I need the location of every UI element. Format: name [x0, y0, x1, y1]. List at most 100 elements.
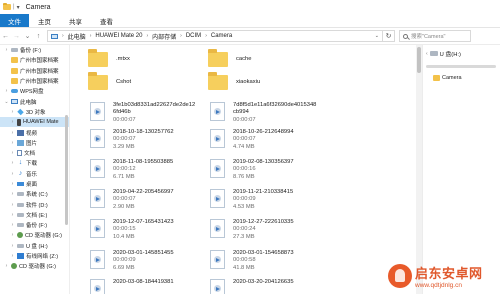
recent-locations-icon[interactable]: ⌄ [22, 32, 33, 40]
chevron-right-icon[interactable]: › [10, 191, 15, 197]
list-item[interactable]: 2020-03-01-145851455 00:00:09 6.69 MB [90, 250, 174, 272]
back-arrow-icon[interactable]: ← [0, 33, 11, 40]
sidebar-item-archive-folder[interactable]: 广州市国家档案 [0, 66, 69, 76]
chevron-left-icon[interactable]: ‹ [426, 51, 428, 57]
sidebar-item-usb-h[interactable]: › U 盘 (H:) [0, 241, 69, 251]
chevron-right-icon[interactable]: › [10, 243, 15, 249]
list-item[interactable]: 2020-03-08-184419381 [90, 279, 174, 294]
sidebar-item-drive-e[interactable]: › 文档 (E:) [0, 210, 69, 220]
sidebar-item-label: CD 驱动器 (G:) [25, 233, 62, 240]
chevron-right-icon[interactable]: › [10, 232, 15, 238]
list-item[interactable]: 2019-11-21-210338415 00:00:09 4.53 MB [210, 189, 293, 211]
list-item[interactable]: 3fe1b03d8331ad22627de2de12 6fd46b 00:00:… [90, 102, 195, 124]
list-item[interactable]: 2019-04-22-205456997 00:00:07 2.90 MB [90, 189, 174, 211]
sidebar-item-downloads[interactable]: › ↓ 下载 [0, 158, 69, 168]
sidebar-scrollbar[interactable] [65, 115, 68, 225]
file-list[interactable]: .mtxx Cshot 3fe1b03d8331ad22627de2de12 6… [70, 45, 422, 294]
list-item[interactable]: 2020-03-20-204126635 [210, 279, 294, 294]
breadcrumb-separator-icon[interactable]: › [180, 33, 182, 39]
sidebar-item-documents[interactable]: › 文档 [0, 148, 69, 158]
list-item[interactable]: 7d8f5d1e11a6f32690de4015348 cb994 00:00:… [210, 102, 316, 124]
address-dropdown-icon[interactable]: ⌄ [375, 33, 379, 39]
chevron-right-icon[interactable]: › [10, 109, 15, 115]
sidebar-item-pictures[interactable]: › 图片 [0, 138, 69, 148]
navigation-pane[interactable]: › 备份 (F:) 广州市国家档案 广州市国家档案 广州市国家档案 › WPS网盘 … [0, 45, 70, 294]
chevron-right-icon[interactable]: › [10, 202, 15, 208]
list-item[interactable]: 2018-11-08-195503885 00:00:12 6.71 MB [90, 159, 173, 181]
breadcrumb-camera[interactable]: Camera [211, 33, 232, 39]
forward-arrow-icon[interactable]: → [11, 33, 22, 40]
breadcrumb-device[interactable]: HUAWEI Mate 20 [95, 33, 142, 39]
sidebar-item-drive-d[interactable]: › 软件 (D:) [0, 199, 69, 209]
refresh-button[interactable]: ↻ [383, 30, 395, 42]
sidebar-item-this-pc[interactable]: ⌄ 此电脑 [0, 96, 69, 106]
breadcrumb-internal-storage[interactable]: 内部存储 [152, 32, 176, 41]
breadcrumb-separator-icon[interactable]: › [146, 33, 148, 39]
list-item[interactable]: .mtxx [88, 49, 130, 69]
sidebar-item-3d-objects[interactable]: › 3D 对象 [0, 107, 69, 117]
sidebar-item-archive-folder[interactable]: 广州市国家档案 [0, 76, 69, 86]
breadcrumb-dcim[interactable]: DCIM [186, 33, 201, 39]
tab-share[interactable]: 共享 [60, 14, 91, 27]
list-item[interactable]: 2018-10-26-212648994 00:00:07 4.74 MB [210, 129, 294, 151]
sidebar-item-videos[interactable]: › 视频 [0, 127, 69, 137]
chevron-right-icon[interactable]: › [10, 181, 15, 187]
drive-icon [17, 202, 24, 207]
chevron-right-icon[interactable]: › [10, 150, 15, 156]
address-bar[interactable]: › 此电脑 › HUAWEI Mate 20 › 内部存储 › DCIM › C… [47, 30, 383, 42]
scrollbar-track[interactable] [426, 65, 496, 68]
video-file-icon [210, 219, 225, 238]
list-item[interactable]: cache [208, 49, 251, 69]
sidebar-item-archive-folder[interactable]: 广州市国家档案 [0, 55, 69, 65]
list-item[interactable]: Cshot [88, 72, 131, 92]
tab-view[interactable]: 查看 [91, 14, 122, 27]
file-name-continued: cb994 [233, 109, 249, 116]
chevron-down-icon[interactable]: ⌄ [4, 99, 9, 105]
breadcrumb-separator-icon[interactable]: › [90, 33, 92, 39]
watermark-url: www.qdtjdnlg.cn [415, 282, 462, 289]
sidebar-item-network-z[interactable]: › 有线网络 (Z:) [0, 251, 69, 261]
search-icon [403, 33, 408, 39]
drive-icon [17, 223, 24, 228]
sidebar-item-huawei-mate[interactable]: › HUAWEI Mate [0, 117, 69, 128]
up-arrow-icon[interactable]: ↑ [33, 33, 44, 40]
breadcrumb-separator-icon[interactable]: › [205, 33, 207, 39]
sidebar-item-backup-f[interactable]: › 备份 (F:) [0, 45, 69, 55]
list-item[interactable]: 2020-03-01-154658873 00:00:58 41.8 MB [210, 250, 294, 272]
chevron-right-icon[interactable]: › [10, 222, 15, 228]
scrollbar-thumb[interactable] [417, 47, 421, 73]
tab-file[interactable]: 文件 [0, 14, 29, 27]
sidebar-item-drive-c[interactable]: › 系统 (C:) [0, 189, 69, 199]
chevron-right-icon[interactable]: › [10, 212, 15, 218]
list-item[interactable]: 2019-12-27-222610335 00:00:24 27.3 MB [210, 219, 294, 241]
side-panel-folder-camera[interactable]: Camera [431, 73, 497, 83]
chevron-right-icon[interactable]: › [10, 140, 15, 146]
chevron-right-icon[interactable]: › [4, 47, 9, 53]
chevron-right-icon[interactable]: › [4, 263, 9, 269]
chevron-right-icon[interactable]: › [10, 171, 15, 177]
sidebar-item-cd-drive-g[interactable]: › CD 驱动器 (G:) [0, 261, 69, 271]
chevron-right-icon[interactable]: › [4, 88, 9, 94]
list-item[interactable]: xiaokaxiu [208, 72, 260, 92]
sidebar-item-music[interactable]: › ♪ 音乐 [0, 169, 69, 179]
file-size: 4.74 MB [233, 143, 255, 150]
chevron-right-icon[interactable]: › [10, 160, 15, 166]
sidebar-item-drive-f[interactable]: › 备份 (F:) [0, 220, 69, 230]
chevron-right-icon[interactable]: › [10, 253, 15, 259]
search-input[interactable]: 搜索"Camera" [399, 30, 471, 42]
chevron-right-icon[interactable]: › [10, 119, 15, 125]
quick-access-dropdown-icon[interactable]: ▾ [17, 4, 20, 11]
sidebar-item-label: 广州市国家档案 [20, 68, 59, 75]
side-panel-scrollbar[interactable] [423, 62, 500, 71]
side-panel-header[interactable]: ‹ U 盘(H:) [423, 45, 500, 62]
tab-home[interactable]: 主页 [29, 14, 60, 27]
list-item[interactable]: 2018-10-18-130257762 00:00:07 3.29 MB [90, 129, 174, 151]
sidebar-item-cd-drive-g[interactable]: › CD 驱动器 (G:) [0, 230, 69, 240]
list-item[interactable]: 2019-12-07-165431423 00:00:15 10.4 MB [90, 219, 174, 241]
breadcrumb-this-pc[interactable]: 此电脑 [68, 32, 86, 41]
sidebar-item-wps-cloud[interactable]: › WPS网盘 [0, 86, 69, 96]
breadcrumb-separator-icon[interactable]: › [62, 33, 64, 39]
chevron-right-icon[interactable]: › [10, 130, 15, 136]
sidebar-item-desktop[interactable]: › 桌面 [0, 179, 69, 189]
list-item[interactable]: 2019-02-08-130356397 00:00:16 8.76 MB [210, 159, 294, 181]
